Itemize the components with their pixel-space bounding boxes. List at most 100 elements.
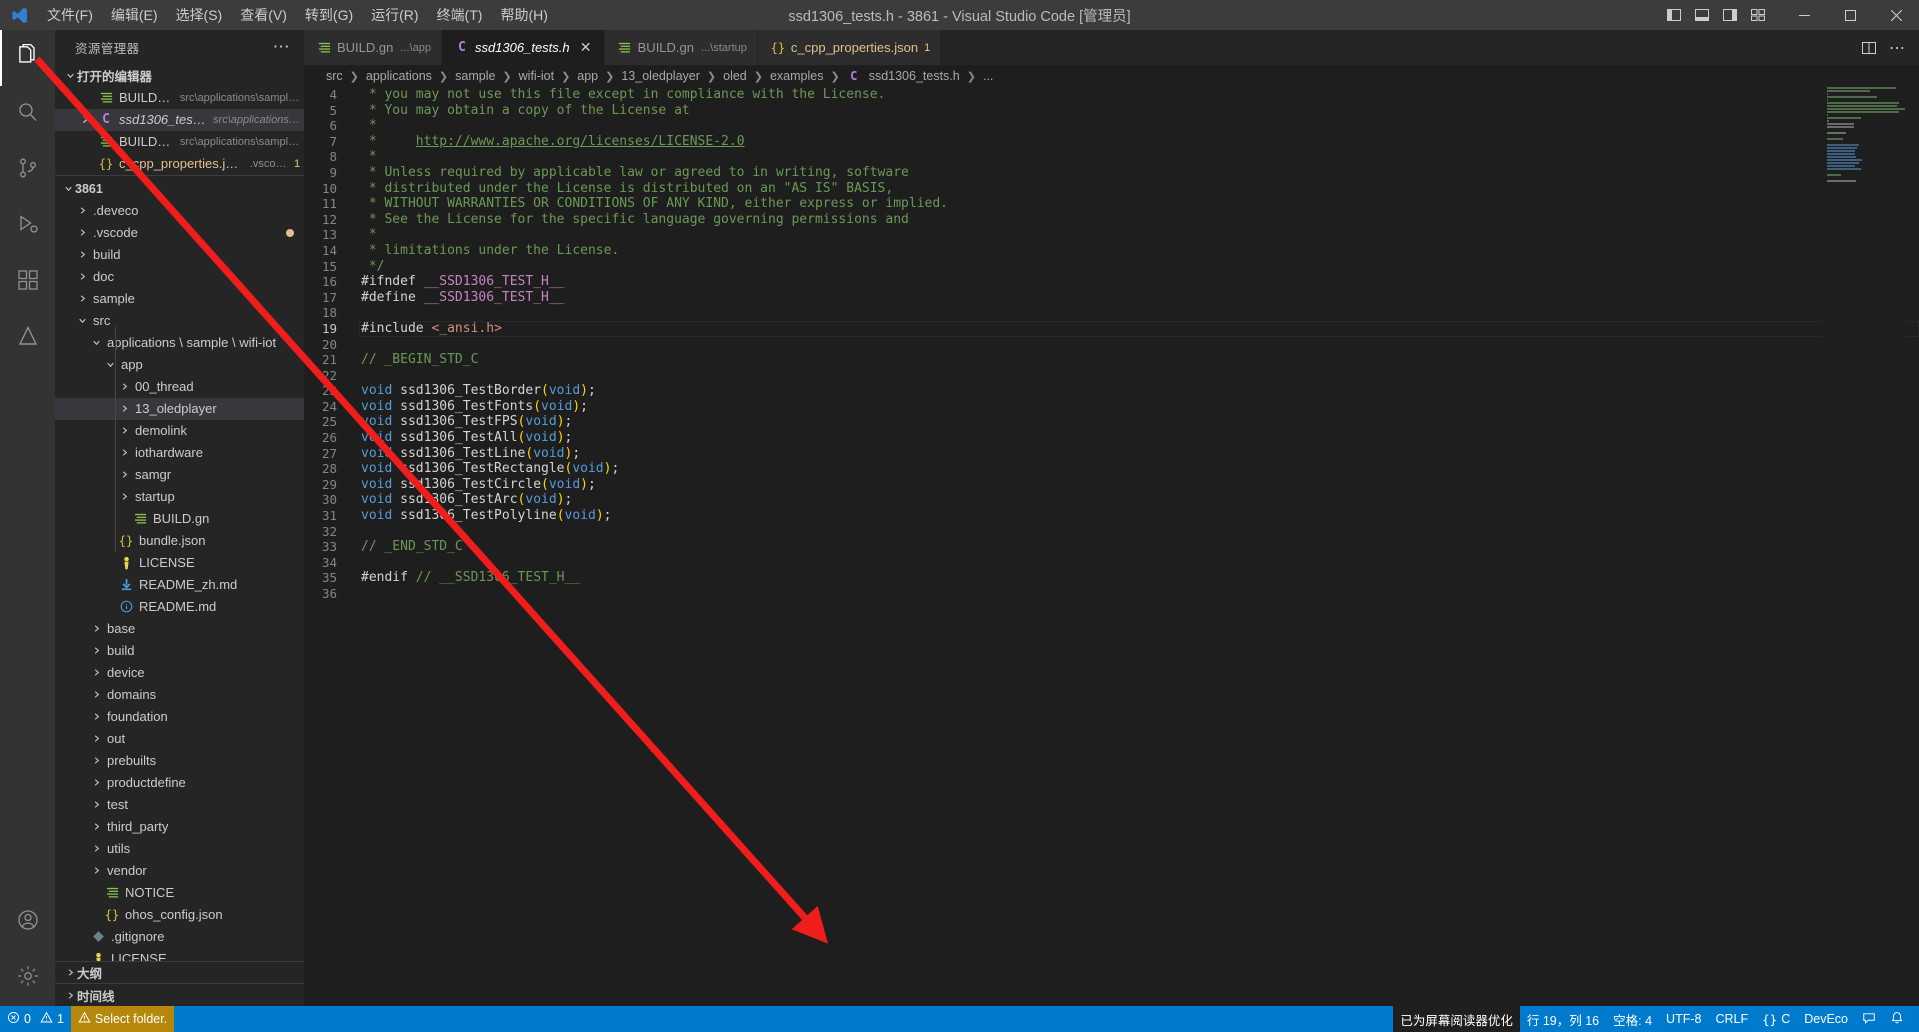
status-notifications[interactable]	[1883, 1006, 1911, 1032]
open-editors-header[interactable]: 打开的编辑器	[55, 64, 304, 87]
code-line-36[interactable]: 36	[304, 586, 1919, 602]
open-editor-item[interactable]: BUILD.gn src\applications\sample...	[55, 131, 304, 153]
activity-deveco[interactable]	[0, 310, 55, 366]
code-line-4[interactable]: 4 * you may not use this file except in …	[304, 87, 1919, 103]
tree-item-.vscode[interactable]: .vscode	[55, 222, 304, 244]
tree-item-vendor[interactable]: vendor	[55, 860, 304, 882]
code-line-7[interactable]: 7 * http://www.apache.org/licenses/LICEN…	[304, 134, 1919, 150]
menu-help[interactable]: 帮助(H)	[491, 0, 556, 30]
open-editor-close-button[interactable]: ✕	[77, 112, 97, 128]
code-line-14[interactable]: 14 * limitations under the License.	[304, 243, 1919, 259]
tab-ssd1306-tests-h[interactable]: C ssd1306_tests.h ✕	[441, 30, 605, 65]
sidebar-more-actions-icon[interactable]: ⋯	[265, 38, 298, 55]
breadcrumb-item[interactable]: sample	[453, 69, 497, 83]
tree-item-domains[interactable]: domains	[55, 684, 304, 706]
code-line-12[interactable]: 12 * See the License for the specific la…	[304, 212, 1919, 228]
status-cursor-position[interactable]: 行 19，列 16	[1520, 1006, 1606, 1032]
status-problems[interactable]: 0 1	[0, 1006, 71, 1032]
breadcrumb-item[interactable]: app	[575, 69, 600, 83]
tree-item-prebuilts[interactable]: prebuilts	[55, 750, 304, 772]
code-line-27[interactable]: 27 void ssd1306_TestLine(void);	[304, 446, 1919, 462]
code-line-34[interactable]: 34	[304, 555, 1919, 571]
tree-item-third_party[interactable]: third_party	[55, 816, 304, 838]
code-line-20[interactable]: 20	[304, 337, 1919, 353]
tree-item-notice[interactable]: NOTICE	[55, 882, 304, 904]
code-line-28[interactable]: 28 void ssd1306_TestRectangle(void);	[304, 461, 1919, 477]
activity-manage-settings[interactable]	[0, 950, 55, 1006]
menu-go[interactable]: 转到(G)	[296, 0, 362, 30]
tree-item-foundation[interactable]: foundation	[55, 706, 304, 728]
breadcrumb-item[interactable]: oled	[721, 69, 749, 83]
tree-item-license[interactable]: LICENSE	[55, 552, 304, 574]
code-line-32[interactable]: 32	[304, 524, 1919, 540]
status-select-folder[interactable]: Select folder.	[70, 1006, 175, 1032]
tree-item-test[interactable]: test	[55, 794, 304, 816]
code-line-31[interactable]: 31 void ssd1306_TestPolyline(void);	[304, 508, 1919, 524]
status-feedback[interactable]	[1855, 1006, 1883, 1032]
code-line-22[interactable]: 22	[304, 368, 1919, 384]
code-line-17[interactable]: 17 #define __SSD1306_TEST_H__	[304, 290, 1919, 306]
activity-explorer[interactable]	[0, 30, 55, 86]
tree-item-ohos_config.json[interactable]: {} ohos_config.json	[55, 904, 304, 926]
status-deveco[interactable]: DevEco	[1797, 1006, 1855, 1032]
tree-item-.gitignore[interactable]: .gitignore	[55, 926, 304, 948]
code-line-9[interactable]: 9 * Unless required by applicable law or…	[304, 165, 1919, 181]
code-line-11[interactable]: 11 * WITHOUT WARRANTIES OR CONDITIONS OF…	[304, 196, 1919, 212]
code-line-5[interactable]: 5 * You may obtain a copy of the License…	[304, 103, 1919, 119]
tree-item-iothardware[interactable]: iothardware	[55, 442, 304, 464]
code-line-16[interactable]: 16 #ifndef __SSD1306_TEST_H__	[304, 274, 1919, 290]
code-line-30[interactable]: 30 void ssd1306_TestArc(void);	[304, 492, 1919, 508]
tab-build-gn-startup[interactable]: BUILD.gn ...\startup	[604, 30, 758, 65]
tab-build-gn-app[interactable]: BUILD.gn ...\app	[304, 30, 442, 65]
tree-item-base[interactable]: base	[55, 618, 304, 640]
tree-item-productdefine[interactable]: productdefine	[55, 772, 304, 794]
tree-root-3861[interactable]: 3861	[55, 178, 304, 200]
code-line-10[interactable]: 10 * distributed under the License is di…	[304, 181, 1919, 197]
activity-source-control[interactable]	[0, 142, 55, 198]
status-language-mode[interactable]: {} C	[1755, 1006, 1797, 1032]
menu-select[interactable]: 选择(S)	[167, 0, 232, 30]
activity-run-debug[interactable]	[0, 198, 55, 254]
breadcrumb-item[interactable]: wifi-iot	[517, 69, 556, 83]
editor-more-actions-icon[interactable]: ⋯	[1885, 36, 1909, 60]
tree-item-doc[interactable]: doc	[55, 266, 304, 288]
tree-item-samgr[interactable]: samgr	[55, 464, 304, 486]
tab-c-cpp-properties-json[interactable]: {} c_cpp_properties.json 1	[757, 30, 942, 65]
breadcrumb-item[interactable]: 13_oledplayer	[619, 69, 702, 83]
menu-terminal[interactable]: 终端(T)	[428, 0, 492, 30]
breadcrumb-item[interactable]: applications	[364, 69, 434, 83]
code-editor[interactable]: 4 * you may not use this file except in …	[304, 87, 1919, 1006]
breadcrumb-item[interactable]: examples	[768, 69, 826, 83]
activity-search[interactable]	[0, 86, 55, 142]
window-close-button[interactable]	[1873, 0, 1919, 30]
tree-item-00_thread[interactable]: 00_thread	[55, 376, 304, 398]
breadcrumb-item[interactable]: src	[324, 69, 345, 83]
editor-minimap[interactable]	[1823, 87, 1905, 1006]
tree-item-.deveco[interactable]: .deveco	[55, 200, 304, 222]
menu-run[interactable]: 运行(R)	[362, 0, 427, 30]
code-line-19[interactable]: 19 #include <_ansi.h>	[304, 321, 1919, 337]
code-line-33[interactable]: 33 // _END_STD_C	[304, 539, 1919, 555]
tree-item-build[interactable]: build	[55, 640, 304, 662]
window-maximize-button[interactable]	[1827, 0, 1873, 30]
status-indentation[interactable]: 空格: 4	[1606, 1006, 1659, 1032]
open-editor-item[interactable]: {} c_cpp_properties.json .vscod... 1	[55, 153, 304, 175]
editor-vertical-scrollbar[interactable]	[1905, 87, 1919, 1006]
tree-item-device[interactable]: device	[55, 662, 304, 684]
tree-item-out[interactable]: out	[55, 728, 304, 750]
menu-file[interactable]: 文件(F)	[38, 0, 102, 30]
code-line-21[interactable]: 21 // _BEGIN_STD_C	[304, 352, 1919, 368]
tree-item-src[interactable]: src	[55, 310, 304, 332]
code-line-26[interactable]: 26 void ssd1306_TestAll(void);	[304, 430, 1919, 446]
tree-item-license[interactable]: LICENSE	[55, 948, 304, 961]
tree-item-readme_zh.md[interactable]: README_zh.md	[55, 574, 304, 596]
toggle-panel-icon[interactable]	[1689, 2, 1715, 28]
status-screen-reader[interactable]: 已为屏幕阅读器优化	[1393, 1006, 1520, 1032]
tree-item-startup[interactable]: startup	[55, 486, 304, 508]
code-line-25[interactable]: 25 void ssd1306_TestFPS(void);	[304, 414, 1919, 430]
breadcrumb-item[interactable]: ssd1306_tests.h	[867, 69, 962, 83]
tree-item-bundle.json[interactable]: {} bundle.json	[55, 530, 304, 552]
open-editor-item[interactable]: ✕ C ssd1306_tests.h src\applications\s..…	[55, 108, 304, 131]
menu-edit[interactable]: 编辑(E)	[102, 0, 167, 30]
breadcrumb-item[interactable]: ...	[981, 69, 995, 83]
